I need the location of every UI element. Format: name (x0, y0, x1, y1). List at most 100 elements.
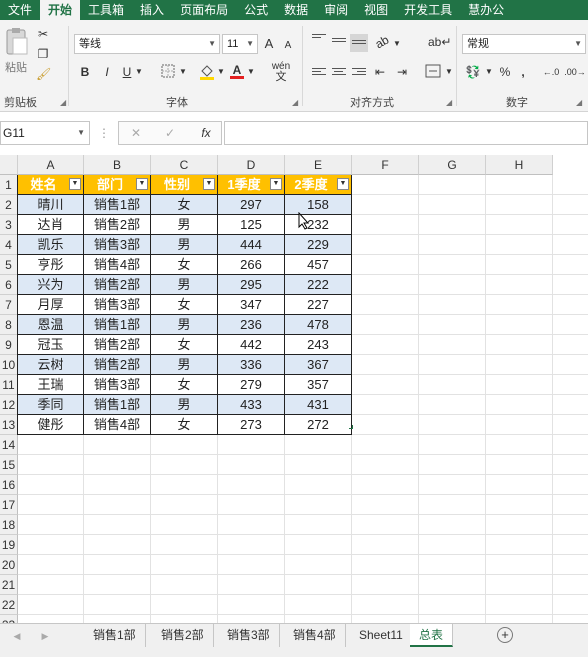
underline-button[interactable]: U (120, 64, 134, 80)
table-cell[interactable]: 健彤 (18, 415, 84, 435)
percent-button[interactable]: % (498, 64, 512, 80)
sheet-tab-3[interactable]: 销售4部 (284, 624, 346, 647)
row-header[interactable]: 20 (0, 555, 18, 575)
increase-decimal-icon[interactable]: ←.0 (540, 64, 562, 80)
table-resize-handle[interactable] (349, 425, 353, 429)
table-cell[interactable]: 336 (218, 355, 285, 375)
table-cell[interactable]: 367 (285, 355, 352, 375)
table-cell[interactable]: 王瑞 (18, 375, 84, 395)
table-cell[interactable]: 男 (151, 355, 218, 375)
table-cell[interactable]: 243 (285, 335, 352, 355)
table-cell[interactable]: 销售4部 (84, 415, 151, 435)
table-cell[interactable]: 女 (151, 375, 218, 395)
row-header[interactable]: 18 (0, 515, 18, 535)
table-cell[interactable]: 男 (151, 275, 218, 295)
confirm-edit-button[interactable]: ✓ (163, 125, 177, 141)
cancel-edit-button[interactable]: ✕ (129, 125, 143, 141)
menu-item-0[interactable]: 文件 (0, 0, 40, 20)
table-cell[interactable]: 297 (218, 195, 285, 215)
menu-item-4[interactable]: 页面布局 (172, 0, 236, 20)
menu-item-9[interactable]: 开发工具 (396, 0, 460, 20)
table-cell[interactable]: 销售1部 (84, 315, 151, 335)
copy-icon[interactable]: ❐ (36, 46, 50, 62)
column-header-e[interactable]: E (285, 155, 352, 175)
table-cell[interactable]: 女 (151, 335, 218, 355)
font-launcher-icon[interactable]: ◢ (292, 98, 298, 107)
table-cell[interactable]: 季同 (18, 395, 84, 415)
chevron-down-icon[interactable]: ▼ (134, 64, 144, 80)
alignment-launcher-icon[interactable]: ◢ (446, 98, 452, 107)
row-header[interactable]: 23 (0, 615, 18, 623)
number-launcher-icon[interactable]: ◢ (576, 98, 582, 107)
table-cell[interactable]: 销售1部 (84, 395, 151, 415)
table-cell[interactable]: 亨彤 (18, 255, 84, 275)
font-color-button[interactable]: A (230, 62, 244, 79)
orientation-icon[interactable]: ab (371, 31, 393, 53)
row-header[interactable]: 13 (0, 415, 18, 435)
row-header[interactable]: 15 (0, 455, 18, 475)
table-cell[interactable]: 272 (285, 415, 352, 435)
chevron-down-icon[interactable]: ▼ (392, 36, 402, 52)
table-cell[interactable]: 295 (218, 275, 285, 295)
fill-color-icon[interactable] (198, 64, 216, 84)
row-header[interactable]: 5 (0, 255, 18, 275)
table-cell[interactable]: 女 (151, 255, 218, 275)
menu-item-10[interactable]: 慧办公 (460, 0, 512, 20)
menu-item-5[interactable]: 公式 (236, 0, 276, 20)
menu-item-7[interactable]: 审阅 (316, 0, 356, 20)
table-cell[interactable]: 236 (218, 315, 285, 335)
table-cell[interactable]: 266 (218, 255, 285, 275)
table-header-cell[interactable]: 性别 ▼ (151, 175, 218, 195)
table-cell[interactable]: 478 (285, 315, 352, 335)
paste-icon[interactable] (4, 28, 28, 58)
table-cell[interactable]: 恩温 (18, 315, 84, 335)
bold-button[interactable]: B (78, 64, 92, 80)
align-top-icon[interactable] (312, 34, 326, 46)
table-cell[interactable]: 销售3部 (84, 375, 151, 395)
cut-icon[interactable]: ✂ (36, 26, 50, 42)
table-cell[interactable]: 达肖 (18, 215, 84, 235)
table-cell[interactable]: 442 (218, 335, 285, 355)
align-right-icon[interactable] (352, 68, 366, 80)
chevron-down-icon[interactable]: ▼ (216, 64, 226, 80)
table-cell[interactable]: 销售2部 (84, 275, 151, 295)
column-header-c[interactable]: C (151, 155, 218, 175)
column-header-a[interactable]: A (18, 155, 84, 175)
sheet-tab-4[interactable]: Sheet11 (350, 624, 413, 647)
table-cell[interactable]: 女 (151, 195, 218, 215)
table-cell[interactable]: 销售4部 (84, 255, 151, 275)
column-header-d[interactable]: D (218, 155, 285, 175)
format-painter-icon[interactable]: 🖌 (36, 66, 51, 82)
table-cell[interactable]: 273 (218, 415, 285, 435)
table-cell[interactable]: 销售3部 (84, 295, 151, 315)
table-header-cell[interactable]: 姓名 ▼ (18, 175, 84, 195)
chevron-down-icon[interactable]: ▼ (444, 64, 454, 80)
table-cell[interactable]: 月厚 (18, 295, 84, 315)
row-header[interactable]: 11 (0, 375, 18, 395)
menu-item-2[interactable]: 工具箱 (80, 0, 132, 20)
filter-dropdown-icon[interactable]: ▼ (270, 178, 282, 190)
clipboard-launcher-icon[interactable]: ◢ (60, 98, 66, 107)
row-header[interactable]: 12 (0, 395, 18, 415)
border-icon[interactable] (160, 64, 176, 82)
row-header[interactable]: 8 (0, 315, 18, 335)
phonetic-guide-button[interactable]: wén 文 (268, 62, 294, 83)
align-bottom-icon[interactable] (350, 34, 368, 52)
table-header-cell[interactable]: 1季度 ▼ (218, 175, 285, 195)
sheet-tab-0[interactable]: 销售1部 (84, 624, 146, 647)
currency-icon[interactable]: 💱 (464, 64, 482, 80)
name-box[interactable]: G11 ▼ (0, 121, 90, 145)
font-size-combo[interactable]: 11 ▼ (222, 34, 258, 54)
table-cell[interactable]: 男 (151, 315, 218, 335)
select-all-corner[interactable] (0, 155, 18, 175)
menu-item-8[interactable]: 视图 (356, 0, 396, 20)
shrink-font-button[interactable]: A (282, 38, 294, 54)
table-cell[interactable]: 兴为 (18, 275, 84, 295)
table-cell[interactable]: 433 (218, 395, 285, 415)
table-header-cell[interactable]: 部门 ▼ (84, 175, 151, 195)
menu-item-6[interactable]: 数据 (276, 0, 316, 20)
row-header[interactable]: 6 (0, 275, 18, 295)
table-cell[interactable]: 冠玉 (18, 335, 84, 355)
column-header-f[interactable]: F (352, 155, 419, 175)
insert-function-button[interactable]: fx (197, 125, 215, 141)
